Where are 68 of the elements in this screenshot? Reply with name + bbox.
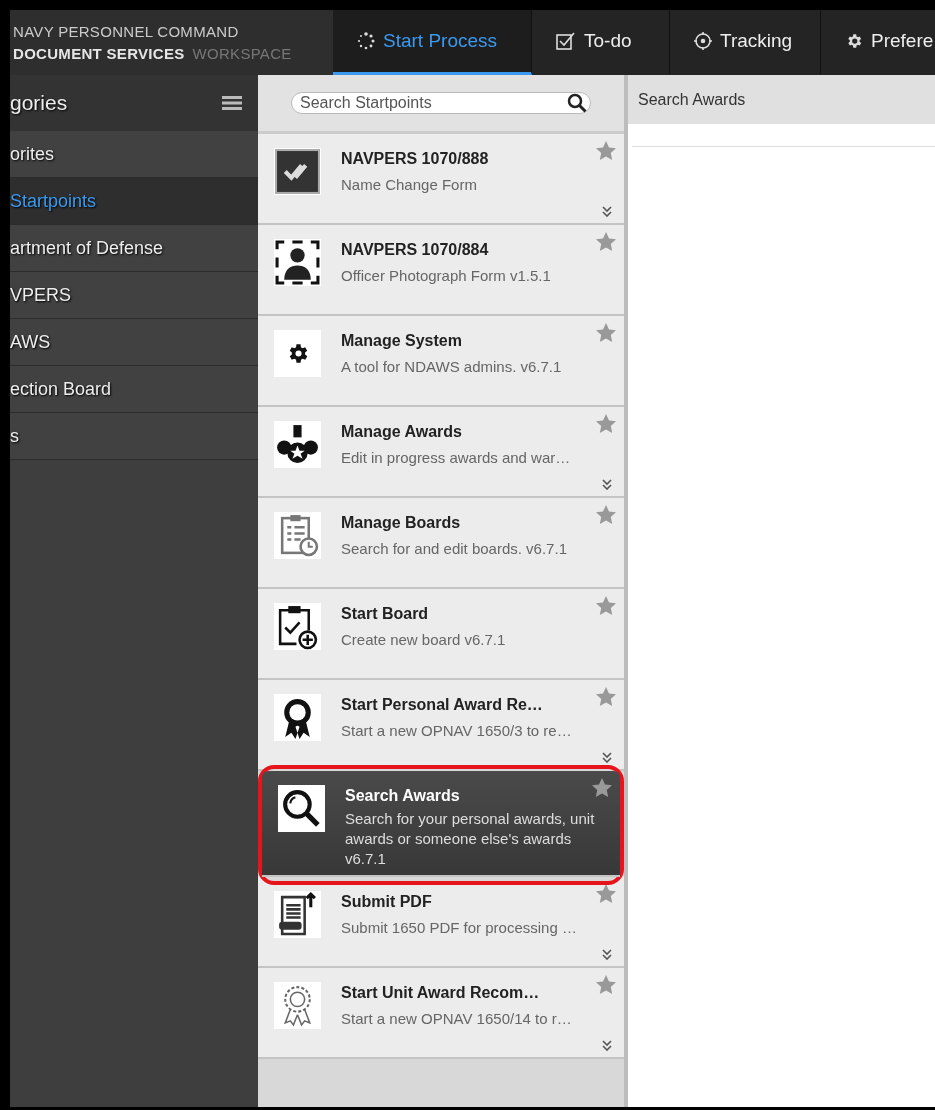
startpoint-card[interactable]: Start Board Create new board v6.7.1 (258, 589, 624, 680)
startpoint-card[interactable]: NAVPERS 1070/888 Name Change Form (258, 134, 624, 225)
startpoint-description: A tool for NDAWS admins. v6.7.1 (341, 357, 563, 377)
star-icon[interactable] (596, 323, 616, 342)
category-item[interactable]: Startpoints (10, 178, 258, 225)
startpoint-card[interactable]: NAVPERS 1070/884 Officer Photograph Form v1.5.1 (258, 225, 624, 316)
sidebar-title: gories (10, 91, 68, 115)
person-portrait-icon (274, 239, 321, 286)
startpoint-card[interactable]: Manage Boards Search for and edit boards. v6.7.1 (258, 498, 624, 589)
clipboard-clock-icon (274, 512, 321, 559)
star-icon[interactable] (596, 596, 616, 615)
startpoint-title: Manage Awards (341, 423, 463, 441)
star-icon[interactable] (596, 505, 616, 524)
startpoint-description: Edit in progress awards and war… (341, 448, 572, 468)
double-chevron-icon[interactable] (602, 752, 612, 763)
double-chevron-icon[interactable] (602, 949, 612, 960)
product-name: DOCUMENT SERVICES (13, 45, 185, 62)
medals-icon (274, 421, 321, 468)
double-chevron-icon[interactable] (602, 1040, 612, 1051)
startpoint-title: Start Personal Award Re… (341, 696, 544, 714)
startpoint-title: Start Board (341, 605, 430, 623)
startpoint-title: NAVPERS 1070/888 (341, 150, 490, 168)
search-field[interactable]: Search Startpoints (291, 92, 591, 114)
double-check-icon (274, 148, 321, 195)
double-chevron-icon[interactable] (602, 206, 612, 217)
star-icon[interactable] (596, 232, 616, 251)
startpoint-card[interactable]: Start Unit Award Recom… Start a new OPNAV 1650/14 to r… (258, 968, 624, 1059)
startpoint-card[interactable]: Submit PDF Submit 1650 PDF for processing … (258, 877, 624, 968)
star-icon[interactable] (596, 141, 616, 160)
nav-tab[interactable]: Start Process (333, 10, 532, 75)
star-icon[interactable] (592, 778, 612, 797)
startpoint-title: Manage Boards (341, 514, 462, 532)
startpoint-title: Submit PDF (341, 893, 433, 911)
startpoint-card[interactable]: Search Awards Search for your personal awards, unit awards or someone else's awards v6.7.1 (262, 771, 620, 877)
pdf-document-icon (274, 891, 321, 938)
startpoint-card[interactable]: Manage Awards Edit in progress awards and war… (258, 407, 624, 498)
startpoint-description: Name Change Form (341, 175, 478, 195)
magnifier-icon (278, 785, 325, 832)
startpoint-card[interactable]: Manage System A tool for NDAWS admins. v6.7.1 (258, 316, 624, 407)
pane-title: Search Awards (628, 75, 935, 124)
target-icon (694, 32, 712, 50)
star-icon[interactable] (596, 975, 616, 994)
organization-name: NAVY PERSONNEL COMMAND (13, 23, 240, 40)
startpoint-title: NAVPERS 1070/884 (341, 241, 490, 259)
startpoint-description: Officer Photograph Form v1.5.1 (341, 266, 552, 286)
startpoint-description: Create new board v6.7.1 (341, 630, 507, 650)
loading-spinner-icon (357, 32, 375, 50)
star-icon[interactable] (596, 414, 616, 433)
ribbon-award-icon (274, 694, 321, 741)
startpoint-title: Search Awards (345, 787, 461, 805)
startpoint-description: Submit 1650 PDF for processing … (341, 918, 578, 938)
gear-icon (274, 330, 321, 377)
startpoint-description: Search for your personal awards, unit awards or someone else's awards v6.7.1 (345, 809, 595, 869)
search-icon (567, 93, 587, 113)
clipboard-plus-icon (274, 603, 321, 650)
startpoint-card[interactable]: Start Personal Award Re… Start a new OPNAV 1650/3 to re… (258, 680, 624, 771)
startpoint-title: Start Unit Award Recom… (341, 984, 541, 1002)
rosette-award-icon (274, 982, 321, 1029)
startpoint-description: Search for and edit boards. v6.7.1 (341, 539, 568, 559)
checkbox-icon (556, 32, 576, 50)
star-icon[interactable] (596, 687, 616, 706)
double-chevron-icon[interactable] (602, 479, 612, 490)
star-icon[interactable] (596, 884, 616, 903)
startpoint-description: Start a new OPNAV 1650/14 to r… (341, 1009, 573, 1029)
startpoint-title: Manage System (341, 332, 463, 350)
startpoint-description: Start a new OPNAV 1650/3 to re… (341, 721, 573, 741)
product-suffix: WORKSPACE (192, 45, 292, 62)
menu-icon[interactable] (222, 96, 242, 110)
